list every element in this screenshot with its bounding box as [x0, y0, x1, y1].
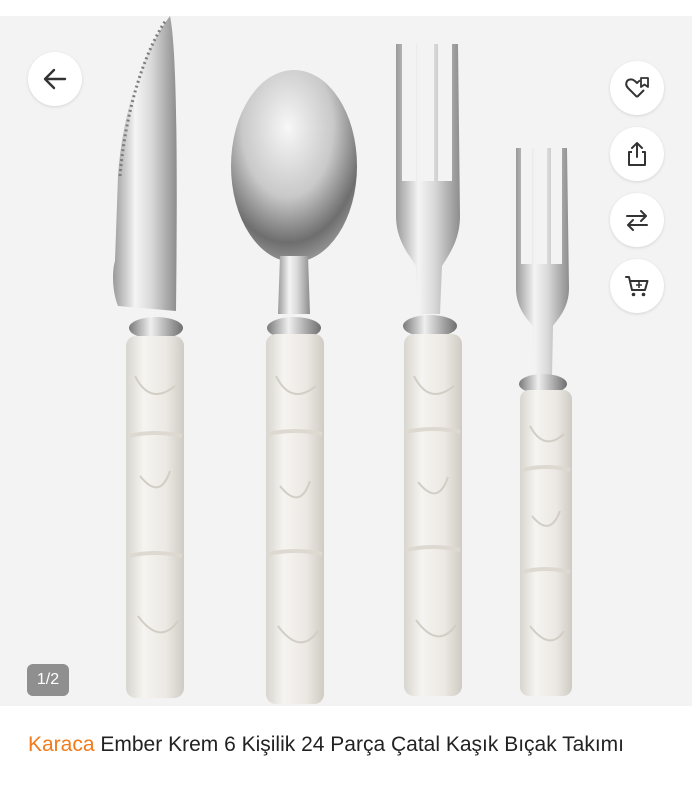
image-counter: 1/2 — [27, 664, 69, 696]
product-title: Karaca Ember Krem 6 Kişilik 24 Parça Çat… — [28, 730, 668, 759]
add-to-cart-button[interactable] — [610, 259, 664, 313]
add-to-collection-button[interactable] — [610, 61, 664, 115]
share-icon — [628, 142, 646, 166]
product-image — [113, 16, 572, 704]
compare-arrows-icon — [626, 210, 648, 231]
knife — [113, 16, 184, 698]
arrow-left-icon — [43, 68, 67, 90]
spoon — [231, 70, 357, 704]
share-button[interactable] — [610, 127, 664, 181]
compare-button[interactable] — [610, 193, 664, 247]
top-strip — [0, 0, 692, 16]
dessert-fork — [516, 148, 572, 696]
fork — [396, 44, 462, 696]
product-image-gallery[interactable]: 1/2 — [0, 16, 692, 706]
heart-collection-icon — [625, 77, 649, 98]
back-button[interactable] — [28, 52, 82, 106]
brand-link[interactable]: Karaca — [28, 733, 95, 756]
product-name: Ember Krem 6 Kişilik 24 Parça Çatal Kaşı… — [94, 733, 625, 756]
cart-icon — [625, 276, 649, 297]
